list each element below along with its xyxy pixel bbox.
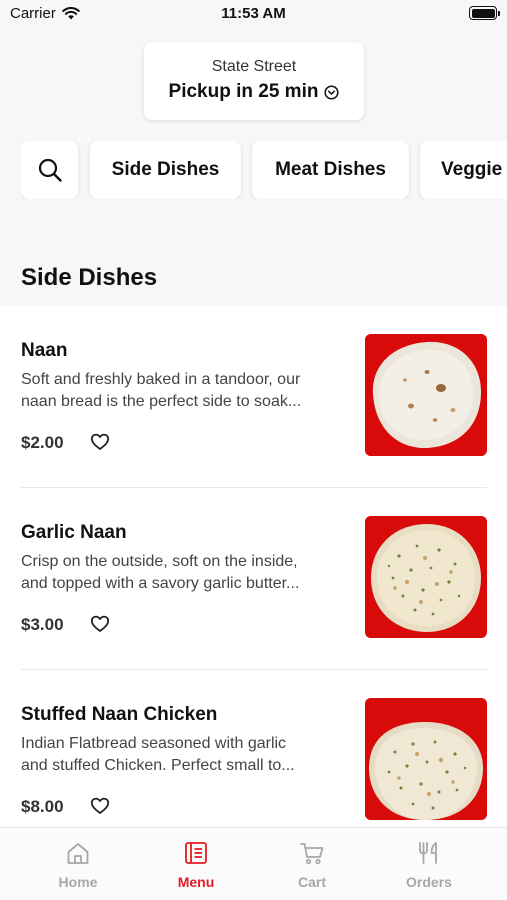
tab-label: Home: [58, 874, 98, 890]
tab-menu[interactable]: Menu: [133, 828, 259, 900]
bottom-tab-bar: Home Menu Cart Orders: [0, 827, 507, 900]
item-photo-naan: [365, 334, 487, 456]
item-photo-garlic-naan: [365, 516, 487, 638]
pickup-time-row: Pickup in 25 min: [144, 81, 364, 103]
tab-label: Orders: [406, 874, 452, 890]
clock: 11:53 AM: [221, 5, 286, 22]
item-price: $2.00: [21, 433, 64, 452]
tab-label: Menu: [177, 874, 215, 890]
category-side-dishes[interactable]: Side Dishes: [90, 141, 241, 199]
search-button[interactable]: [21, 141, 78, 199]
item-name: Stuffed Naan Chicken: [21, 704, 218, 725]
cart-icon: [300, 843, 324, 865]
menu-item-stuffed-naan-chicken[interactable]: Stuffed Naan Chicken Indian Flatbread se…: [0, 670, 507, 827]
item-description: Soft and freshly baked in a tandoor, our…: [21, 371, 302, 410]
fork-knife-icon: [419, 842, 437, 864]
heart-icon[interactable]: [90, 432, 110, 452]
item-description: Crisp on the outside, soft on the inside…: [21, 553, 300, 592]
category-meat-dishes[interactable]: Meat Dishes: [252, 141, 409, 199]
menu-item-garlic-naan[interactable]: Garlic Naan Crisp on the outside, soft o…: [0, 488, 507, 670]
store-name: State Street: [211, 58, 297, 75]
category-bar: Side Dishes Meat Dishes Veggie: [21, 141, 507, 199]
menu-item-naan[interactable]: Naan Soft and freshly baked in a tandoor…: [0, 306, 507, 488]
item-description: Indian Flatbread seasoned with garlic an…: [21, 735, 295, 774]
tab-orders[interactable]: Orders: [366, 828, 492, 900]
battery-icon: [469, 6, 500, 20]
menu-icon: [185, 842, 207, 864]
heart-icon[interactable]: [90, 796, 110, 816]
pickup-location-selector[interactable]: State Street Pickup in 25 min: [144, 42, 364, 120]
menu-item-list: Naan Soft and freshly baked in a tandoor…: [0, 306, 507, 827]
home-icon: [67, 843, 89, 864]
item-price: $8.00: [21, 797, 64, 816]
status-bar: Carrier 11:53 AM: [0, 0, 507, 30]
tab-home[interactable]: Home: [15, 828, 141, 900]
tab-label: Cart: [297, 874, 326, 890]
item-photo-stuffed-naan-chicken: [365, 698, 487, 820]
section-title: Side Dishes: [21, 264, 158, 291]
heart-icon[interactable]: [90, 614, 110, 634]
search-icon: [38, 158, 62, 182]
pickup-time: Pickup in 25 min: [168, 81, 319, 102]
item-name: Garlic Naan: [21, 522, 127, 543]
item-price: $3.00: [21, 615, 64, 634]
item-name: Naan: [21, 340, 68, 361]
tab-cart[interactable]: Cart: [249, 828, 375, 900]
chevron-down-circle-icon: [324, 84, 340, 100]
category-veggie[interactable]: Veggie: [420, 141, 507, 199]
